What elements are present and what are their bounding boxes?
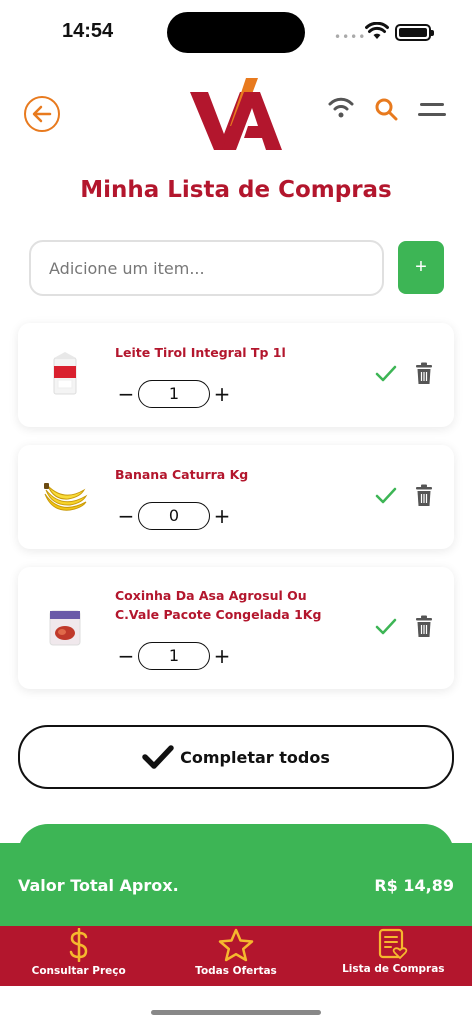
nav-label: Todas Ofertas <box>195 965 277 977</box>
item-name: Coxinha Da Asa Agrosul Ou C.Vale Pacote … <box>115 588 322 622</box>
back-button[interactable] <box>24 96 60 132</box>
quantity-stepper: − 0 + <box>116 502 232 530</box>
star-icon <box>218 928 254 962</box>
nav-item-todas-ofertas[interactable]: Todas Ofertas <box>157 926 314 986</box>
check-icon[interactable] <box>375 617 397 637</box>
bottom-nav: Consultar Preço Todas Ofertas Lista de C… <box>0 926 472 986</box>
complete-all-label: Completar todos <box>180 747 330 767</box>
wifi-icon[interactable] <box>327 96 355 118</box>
increase-button[interactable]: + <box>212 646 232 666</box>
total-value: R$ 14,89 <box>374 876 454 895</box>
decrease-button[interactable]: − <box>116 506 136 526</box>
quantity-stepper: − 1 + <box>116 380 232 408</box>
search-icon[interactable] <box>374 97 398 121</box>
quantity-value[interactable]: 1 <box>138 642 210 670</box>
nav-item-consultar-preco[interactable]: Consultar Preço <box>0 926 157 986</box>
nav-label: Lista de Compras <box>342 963 445 975</box>
check-icon[interactable] <box>375 486 397 506</box>
trash-icon[interactable] <box>414 615 434 638</box>
page-title: Minha Lista de Compras <box>80 177 392 203</box>
quantity-value[interactable]: 0 <box>138 502 210 530</box>
dynamic-island <box>167 12 305 53</box>
battery-icon <box>395 24 434 41</box>
status-wifi-icon <box>365 22 389 39</box>
trash-icon[interactable] <box>414 484 434 507</box>
checkmark-icon <box>142 745 174 769</box>
nav-item-lista-de-compras[interactable]: Lista de Compras <box>315 926 472 986</box>
arrow-left-icon <box>32 105 52 123</box>
decrease-button[interactable]: − <box>116 384 136 404</box>
signal-dots: •••• <box>334 30 367 44</box>
item-name: Leite Tirol Integral Tp 1l <box>115 345 286 360</box>
banana-image <box>44 483 88 511</box>
add-item-button[interactable]: + <box>398 241 444 294</box>
nav-label: Consultar Preço <box>31 965 126 977</box>
item-name: Banana Caturra Kg <box>115 467 249 482</box>
home-indicator[interactable] <box>151 1010 321 1015</box>
app-header <box>0 70 472 160</box>
check-icon[interactable] <box>375 364 397 384</box>
total-bar: Valor Total Aprox. R$ 14,89 <box>0 843 472 927</box>
total-label: Valor Total Aprox. <box>18 876 179 895</box>
quantity-stepper: − 1 + <box>116 642 232 670</box>
trash-icon[interactable] <box>414 362 434 385</box>
complete-all-button[interactable]: Completar todos <box>18 725 454 789</box>
list-item: Banana Caturra Kg − 0 + <box>18 445 454 549</box>
dollar-icon <box>69 928 87 962</box>
list-item: Leite Tirol Integral Tp 1l − 1 + <box>18 323 454 427</box>
status-bar: 14:54 •••• <box>0 0 472 64</box>
list-item: Coxinha Da Asa Agrosul Ou C.Vale Pacote … <box>18 567 454 689</box>
decrease-button[interactable]: − <box>116 646 136 666</box>
va-logo <box>190 78 282 150</box>
frozen-chicken-package-image <box>49 610 81 646</box>
menu-icon[interactable] <box>418 103 446 119</box>
increase-button[interactable]: + <box>212 384 232 404</box>
status-time: 14:54 <box>62 20 114 42</box>
list-heart-icon <box>379 928 408 960</box>
milk-carton-image <box>53 352 77 395</box>
increase-button[interactable]: + <box>212 506 232 526</box>
quantity-value[interactable]: 1 <box>138 380 210 408</box>
add-item-input[interactable] <box>29 240 384 296</box>
